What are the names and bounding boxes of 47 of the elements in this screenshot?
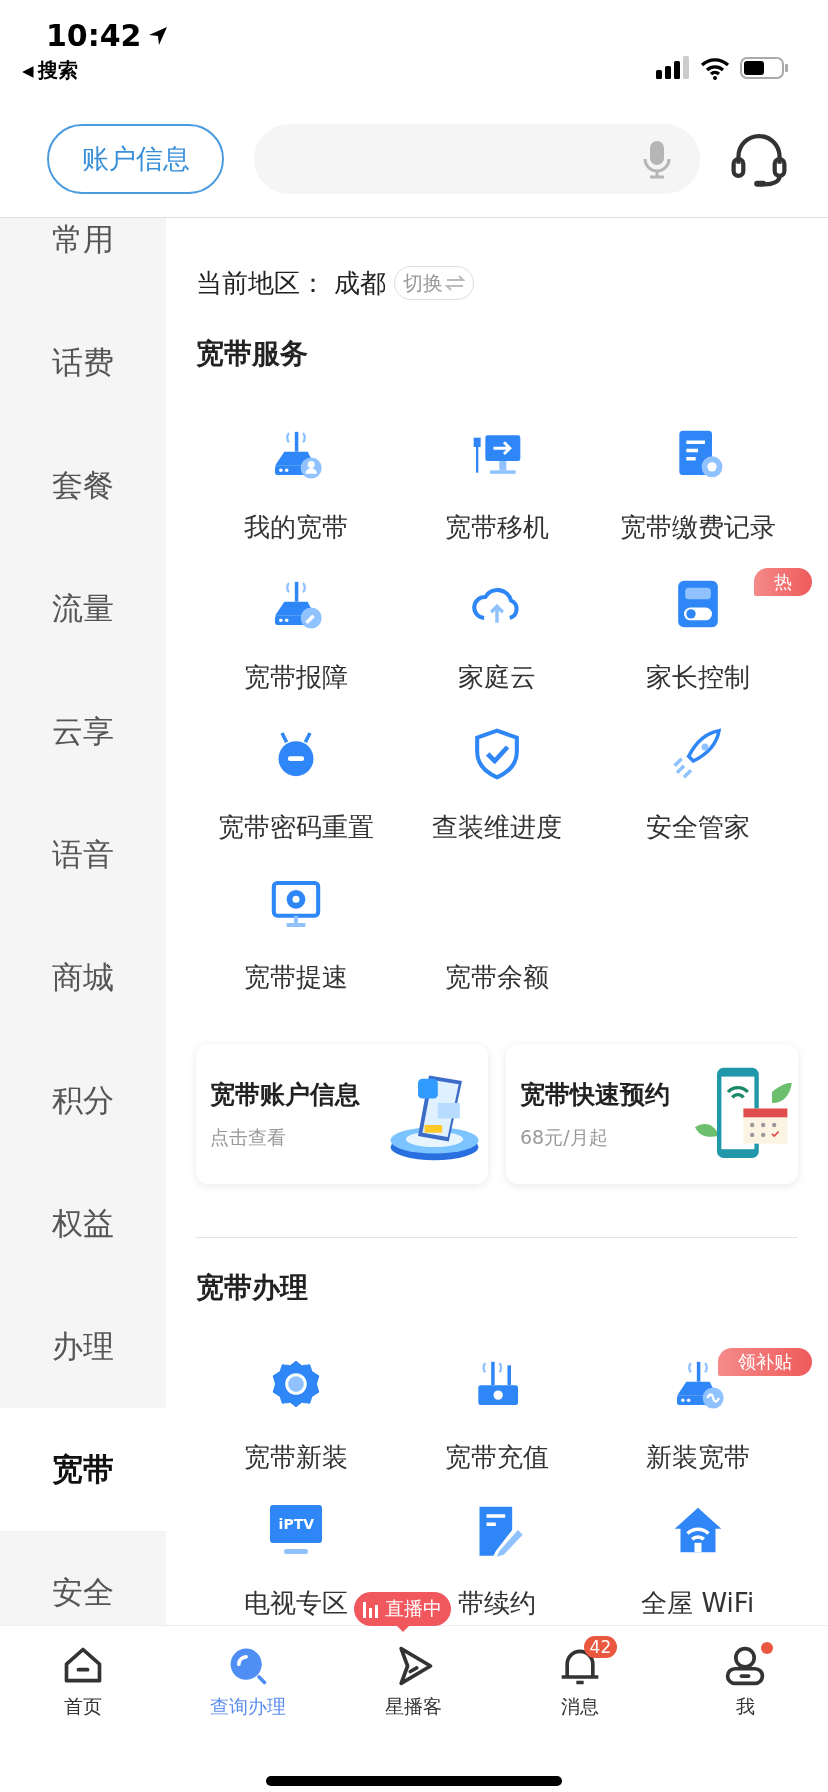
service-label[interactable]: 我的宽带	[244, 509, 349, 545]
service-label[interactable]: 宽带新装	[244, 1439, 349, 1475]
service-label[interactable]: 宽带缴费记录	[619, 509, 776, 545]
swap-icon	[445, 275, 465, 291]
service-label[interactable]: 宽带充值	[445, 1439, 549, 1475]
tab-item[interactable]: 42 消息	[496, 1626, 663, 1736]
promo-card[interactable]: 宽带快速预约 68元/月起	[506, 1044, 798, 1184]
back-glyph: ◀	[22, 61, 34, 80]
back-link[interactable]: ◀ 搜索	[22, 57, 168, 84]
category-item[interactable]: 宽带	[0, 1408, 166, 1531]
service-label[interactable]: 宽带报障	[244, 659, 349, 695]
tab-item[interactable]: 星播客	[331, 1626, 497, 1736]
service-label[interactable]: 宽带提速	[244, 959, 349, 995]
card-subtitle: 68元/月起	[520, 1124, 609, 1150]
card-title: 宽带账户信息	[210, 1078, 360, 1111]
tab-item[interactable]: 我	[662, 1626, 828, 1736]
service-label[interactable]: 家庭云	[458, 659, 536, 695]
section-title: 宽带办理	[196, 1270, 309, 1306]
promo-tag: 热	[754, 568, 812, 596]
service-label[interactable]: 家长控制	[645, 659, 750, 695]
region-label: 当前地区：	[196, 266, 326, 300]
city-name: 成都	[334, 266, 386, 300]
card-subtitle: 点击查看	[210, 1124, 287, 1150]
bars-icon	[363, 1600, 379, 1618]
service-label[interactable]: 安全管家	[645, 809, 750, 845]
microphone-icon	[642, 138, 672, 179]
service-label[interactable]: 宽带密码重置	[218, 809, 375, 845]
signal-icon	[656, 56, 690, 80]
card-title: 宽带快速预约	[520, 1078, 670, 1111]
section-title: 宽带服务	[196, 336, 309, 372]
service-label[interactable]: 电视专区	[244, 1585, 349, 1621]
service-label[interactable]: 全屋 WiFi	[641, 1585, 755, 1621]
service-label[interactable]: 宽带余额	[445, 959, 549, 995]
service-label[interactable]: 查装维进度	[432, 809, 562, 845]
count-badge: 42	[583, 1636, 618, 1658]
battery-icon	[740, 56, 788, 80]
promo-card[interactable]: 宽带账户信息 点击查看	[196, 1044, 488, 1184]
tab-item[interactable]: 首页	[0, 1626, 166, 1736]
clock-time: 10:42	[46, 18, 142, 53]
wifi-icon	[700, 56, 730, 80]
live-text: 直播中	[385, 1596, 442, 1621]
promo-tag: 领补贴	[718, 1348, 812, 1376]
back-label: 搜索	[37, 57, 78, 84]
service-label[interactable]: 新装宽带	[645, 1439, 750, 1475]
service-label[interactable]: 带续约	[458, 1585, 536, 1621]
location-arrow-icon	[147, 25, 168, 46]
service-label[interactable]: 宽带移机	[445, 509, 549, 545]
